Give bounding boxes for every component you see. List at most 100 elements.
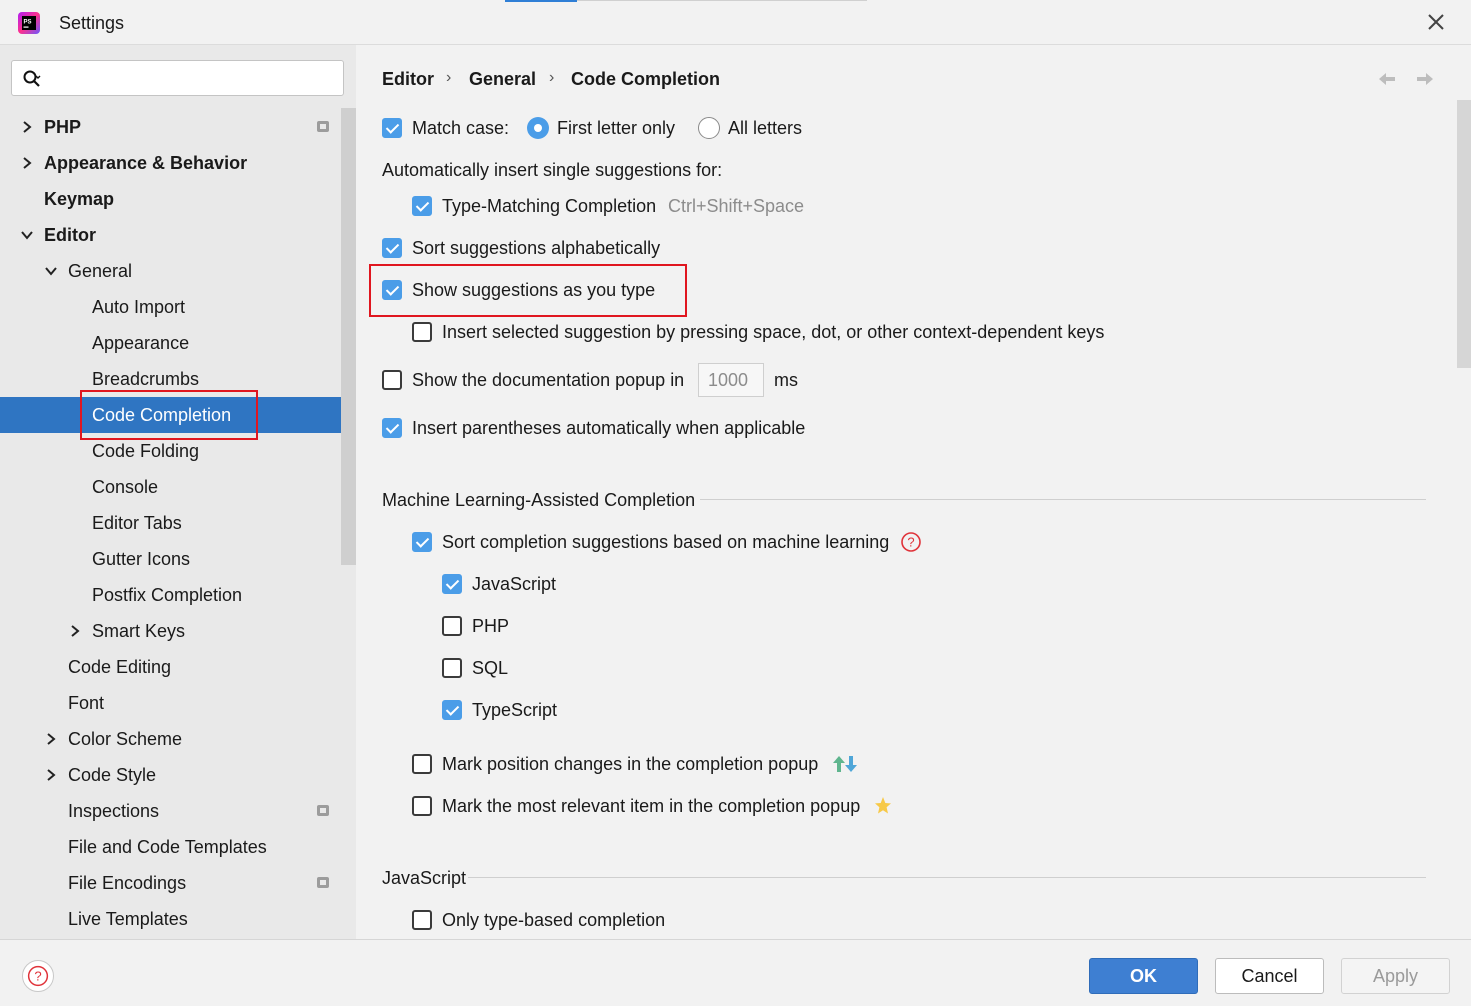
sidebar-item-live-templates[interactable]: Live Templates: [0, 901, 356, 937]
sidebar-item-label: Postfix Completion: [92, 585, 243, 605]
match-case-checkbox[interactable]: [382, 118, 402, 138]
sidebar-item-appearance[interactable]: Appearance: [0, 325, 356, 361]
sidebar-item-appearance-behavior[interactable]: Appearance & Behavior: [0, 145, 356, 181]
search-input[interactable]: [52, 65, 337, 91]
show-as-you-type-checkbox[interactable]: [382, 280, 402, 300]
doc-popup-unit: ms: [774, 370, 798, 390]
type-matching-checkbox[interactable]: [412, 196, 432, 216]
sidebar-item-postfix-completion[interactable]: Postfix Completion: [0, 577, 356, 613]
apply-button[interactable]: Apply: [1341, 958, 1450, 994]
sidebar-item-label: Breadcrumbs: [92, 369, 200, 389]
sidebar-item-gutter-icons[interactable]: Gutter Icons: [0, 541, 356, 577]
settings-content-panel: Editor › General › Code Completion Match…: [356, 45, 1471, 939]
sidebar-item-smart-keys[interactable]: Smart Keys: [0, 613, 356, 649]
sidebar-item-auto-import[interactable]: Auto Import: [0, 289, 356, 325]
ml-lang-typescript-row: TypeScript: [442, 695, 742, 725]
only-type-based-row: Only type-based completion: [412, 905, 812, 935]
sort-alpha-label: Sort suggestions alphabetically: [412, 238, 661, 258]
insert-selected-label: Insert selected suggestion by pressing s…: [442, 322, 1105, 342]
type-matching-label: Type-Matching Completion: [442, 196, 657, 216]
phpstorm-app-icon: PS: [18, 12, 40, 34]
cancel-button[interactable]: Cancel: [1215, 958, 1324, 994]
sidebar-item-label: Code Folding: [92, 441, 200, 461]
sidebar-item-breadcrumbs[interactable]: Breadcrumbs: [0, 361, 356, 397]
sidebar-item-label: Console: [92, 477, 159, 497]
doc-popup-delay-field[interactable]: [698, 363, 764, 397]
ml-lang-javascript-row: JavaScript: [442, 569, 742, 599]
sidebar-item-file-code-templates[interactable]: File and Code Templates: [0, 829, 356, 865]
sidebar-item-general[interactable]: General: [0, 253, 356, 289]
match-case-row: Match case: First letter only All letter…: [382, 113, 882, 143]
sort-ml-checkbox[interactable]: [412, 532, 432, 552]
chevron-down-icon[interactable]: [20, 228, 34, 242]
doc-popup-label: Show the documentation popup in: [412, 370, 685, 390]
breadcrumb-item: Code Completion: [571, 69, 720, 89]
mark-relevant-checkbox[interactable]: [412, 796, 432, 816]
sidebar-item-editor-tabs[interactable]: Editor Tabs: [0, 505, 356, 541]
app-icon-text: PS: [24, 20, 32, 26]
sidebar-item-label: Editor Tabs: [92, 513, 182, 533]
first-letter-only-radio[interactable]: [527, 117, 549, 139]
chevron-right-icon[interactable]: [44, 732, 58, 746]
sidebar-item-color-scheme[interactable]: Color Scheme: [0, 721, 356, 757]
show-as-you-type-row: Show suggestions as you type: [382, 275, 782, 305]
chevron-down-icon[interactable]: [44, 264, 58, 278]
doc-popup-checkbox[interactable]: [382, 370, 402, 390]
title-accent-line: [505, 0, 577, 2]
back-arrow-icon[interactable]: [1379, 73, 1395, 85]
insert-parens-row: Insert parentheses automatically when ap…: [382, 413, 882, 443]
ml-lang-label: TypeScript: [472, 700, 558, 720]
sidebar-item-font[interactable]: Font: [0, 685, 356, 721]
sidebar-item-code-style[interactable]: Code Style: [0, 757, 356, 793]
sidebar-item-file-encodings[interactable]: File Encodings: [0, 865, 356, 901]
sidebar-item-code-completion[interactable]: Code Completion: [0, 397, 356, 433]
chevron-right-icon[interactable]: [20, 156, 34, 170]
sidebar-item-inspections[interactable]: Inspections: [0, 793, 356, 829]
ml-section-title: Machine Learning-Assisted Completion: [382, 490, 696, 510]
sidebar-item-code-folding[interactable]: Code Folding: [0, 433, 356, 469]
sidebar-item-label: Code Completion: [92, 405, 232, 425]
mark-position-row: Mark position changes in the completion …: [412, 749, 932, 779]
auto-insert-heading: Automatically insert single suggestions …: [382, 160, 723, 180]
sidebar-item-label: Code Style: [68, 765, 157, 785]
insert-parens-checkbox[interactable]: [382, 418, 402, 438]
forward-arrow-icon[interactable]: [1417, 73, 1433, 85]
chevron-right-icon[interactable]: [68, 624, 82, 638]
sidebar-item-label: General: [68, 261, 133, 281]
sort-alpha-checkbox[interactable]: [382, 238, 402, 258]
sidebar-item-editor[interactable]: Editor: [0, 217, 356, 253]
settings-search-box[interactable]: [11, 60, 344, 96]
chevron-right-icon: ›: [549, 69, 555, 86]
all-letters-radio[interactable]: [698, 117, 720, 139]
sidebar-scrollbar[interactable]: [341, 108, 356, 565]
help-question-icon[interactable]: ?: [900, 531, 922, 553]
ml-lang-label: PHP: [472, 616, 510, 636]
only-type-based-checkbox[interactable]: [412, 910, 432, 930]
ml-php-checkbox[interactable]: [442, 616, 462, 636]
sidebar-item-label: Gutter Icons: [92, 549, 191, 569]
sidebar-item-php[interactable]: PHP: [0, 109, 356, 145]
settings-sidebar: PHP Appearance & Behavior Keymap Editor …: [0, 45, 356, 939]
ml-sql-checkbox[interactable]: [442, 658, 462, 678]
all-letters-label: All letters: [728, 118, 803, 138]
ml-typescript-checkbox[interactable]: [442, 700, 462, 720]
chevron-right-icon[interactable]: [20, 120, 34, 134]
ml-javascript-checkbox[interactable]: [442, 574, 462, 594]
sidebar-item-keymap[interactable]: Keymap: [0, 181, 356, 217]
sidebar-item-console[interactable]: Console: [0, 469, 356, 505]
close-icon[interactable]: [1424, 10, 1448, 34]
sidebar-item-label: Inspections: [68, 801, 160, 821]
navigation-arrows: [1379, 73, 1433, 85]
type-matching-shortcut: Ctrl+Shift+Space: [668, 196, 805, 216]
search-icon: [23, 70, 41, 87]
chevron-right-icon[interactable]: [44, 768, 58, 782]
sidebar-item-code-editing[interactable]: Code Editing: [0, 649, 356, 685]
insert-selected-checkbox[interactable]: [412, 322, 432, 342]
mark-position-checkbox[interactable]: [412, 754, 432, 774]
sidebar-item-label: File and Code Templates: [68, 837, 267, 857]
ok-button[interactable]: OK: [1089, 958, 1198, 994]
sidebar-item-label: Auto Import: [92, 297, 186, 317]
content-scrollbar[interactable]: [1457, 100, 1471, 368]
sidebar-item-label: Color Scheme: [68, 729, 183, 749]
help-icon[interactable]: ?: [22, 960, 54, 992]
